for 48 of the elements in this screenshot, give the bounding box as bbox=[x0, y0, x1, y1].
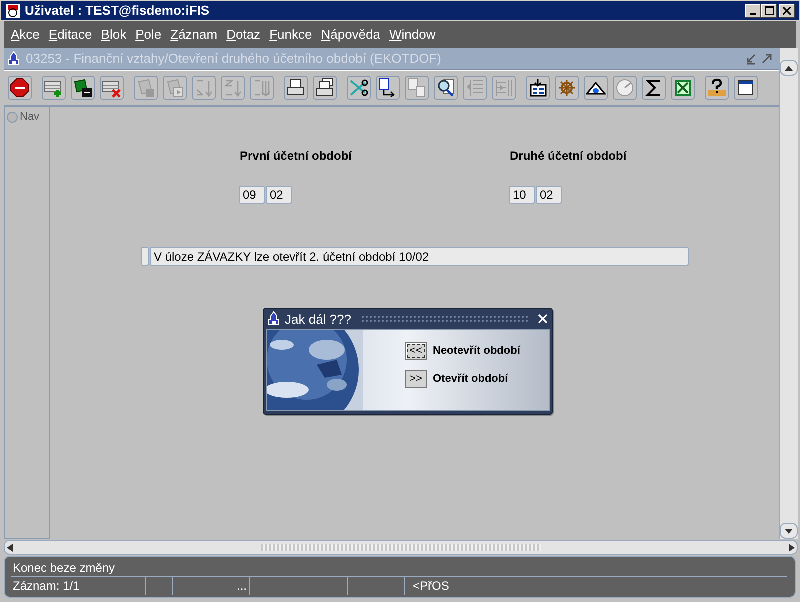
option-label: Neotevřít období bbox=[433, 345, 520, 357]
input-field[interactable]: 10 bbox=[509, 186, 535, 204]
window-title: Uživatel : TEST@fisdemo:iFIS bbox=[25, 3, 211, 18]
maximize-icon bbox=[764, 6, 774, 15]
menu-item[interactable]: Blok bbox=[97, 27, 132, 42]
option-button[interactable]: >> bbox=[405, 370, 427, 388]
app-icon bbox=[5, 2, 21, 18]
radio-button[interactable] bbox=[7, 112, 18, 122]
menu-item[interactable]: Funkce bbox=[266, 27, 318, 42]
form-window-icon bbox=[6, 50, 22, 66]
minimize-icon[interactable] bbox=[745, 52, 757, 64]
minimize-button[interactable] bbox=[745, 4, 761, 18]
scroll-right-icon[interactable] bbox=[789, 544, 795, 552]
status-message: Konec beze změny bbox=[11, 559, 787, 577]
scroll-down-icon[interactable] bbox=[785, 528, 793, 534]
period-heading: Druhé účetní období bbox=[509, 149, 628, 163]
dialog-title: Jak dál ??? bbox=[285, 312, 352, 326]
scroll-up-icon[interactable] bbox=[785, 66, 793, 70]
menu-item[interactable]: Dotaz bbox=[222, 27, 266, 42]
menu-item[interactable]: Editace bbox=[44, 27, 98, 42]
menu-item[interactable]: Pole bbox=[132, 27, 167, 42]
menu-item[interactable]: Akce bbox=[7, 27, 45, 42]
minimize-icon bbox=[750, 12, 756, 14]
status-cell: Záznam: 1/1 bbox=[13, 579, 80, 593]
dialog-icon bbox=[266, 311, 282, 327]
maximize-button[interactable] bbox=[761, 4, 777, 18]
scroll-left-icon[interactable] bbox=[7, 544, 13, 552]
input-field[interactable]: 02 bbox=[266, 186, 292, 204]
menu-item[interactable]: Window bbox=[386, 27, 441, 42]
message-field: V úloze ZÁVAZKY lze otevřít 2. účetní období 10/02 bbox=[150, 247, 689, 266]
menu-item[interactable]: Záznam bbox=[166, 27, 223, 42]
record-indicator bbox=[141, 247, 149, 266]
status-cell: <PřOS bbox=[413, 579, 450, 593]
horizontal-scrollbar[interactable] bbox=[4, 540, 798, 555]
vertical-scrollbar[interactable] bbox=[779, 48, 798, 539]
close-icon bbox=[783, 6, 791, 14]
period-heading: První účetní období bbox=[239, 149, 354, 163]
option-button[interactable]: << bbox=[405, 342, 427, 360]
close-button[interactable] bbox=[779, 4, 795, 18]
input-field[interactable]: 02 bbox=[536, 186, 562, 204]
form-window-title: 03253 - Finanční vztahy/Otevření druhého účetního období (EKOTDOF) bbox=[26, 51, 442, 66]
menu-item[interactable]: Nápověda bbox=[317, 27, 386, 42]
input-field[interactable]: 09 bbox=[239, 186, 265, 204]
status-cell: ... bbox=[236, 579, 247, 593]
option-label: Otevřít období bbox=[433, 373, 508, 385]
close-icon[interactable] bbox=[538, 314, 548, 324]
nav-label: Nav bbox=[20, 111, 40, 123]
restore-icon[interactable] bbox=[761, 52, 773, 64]
